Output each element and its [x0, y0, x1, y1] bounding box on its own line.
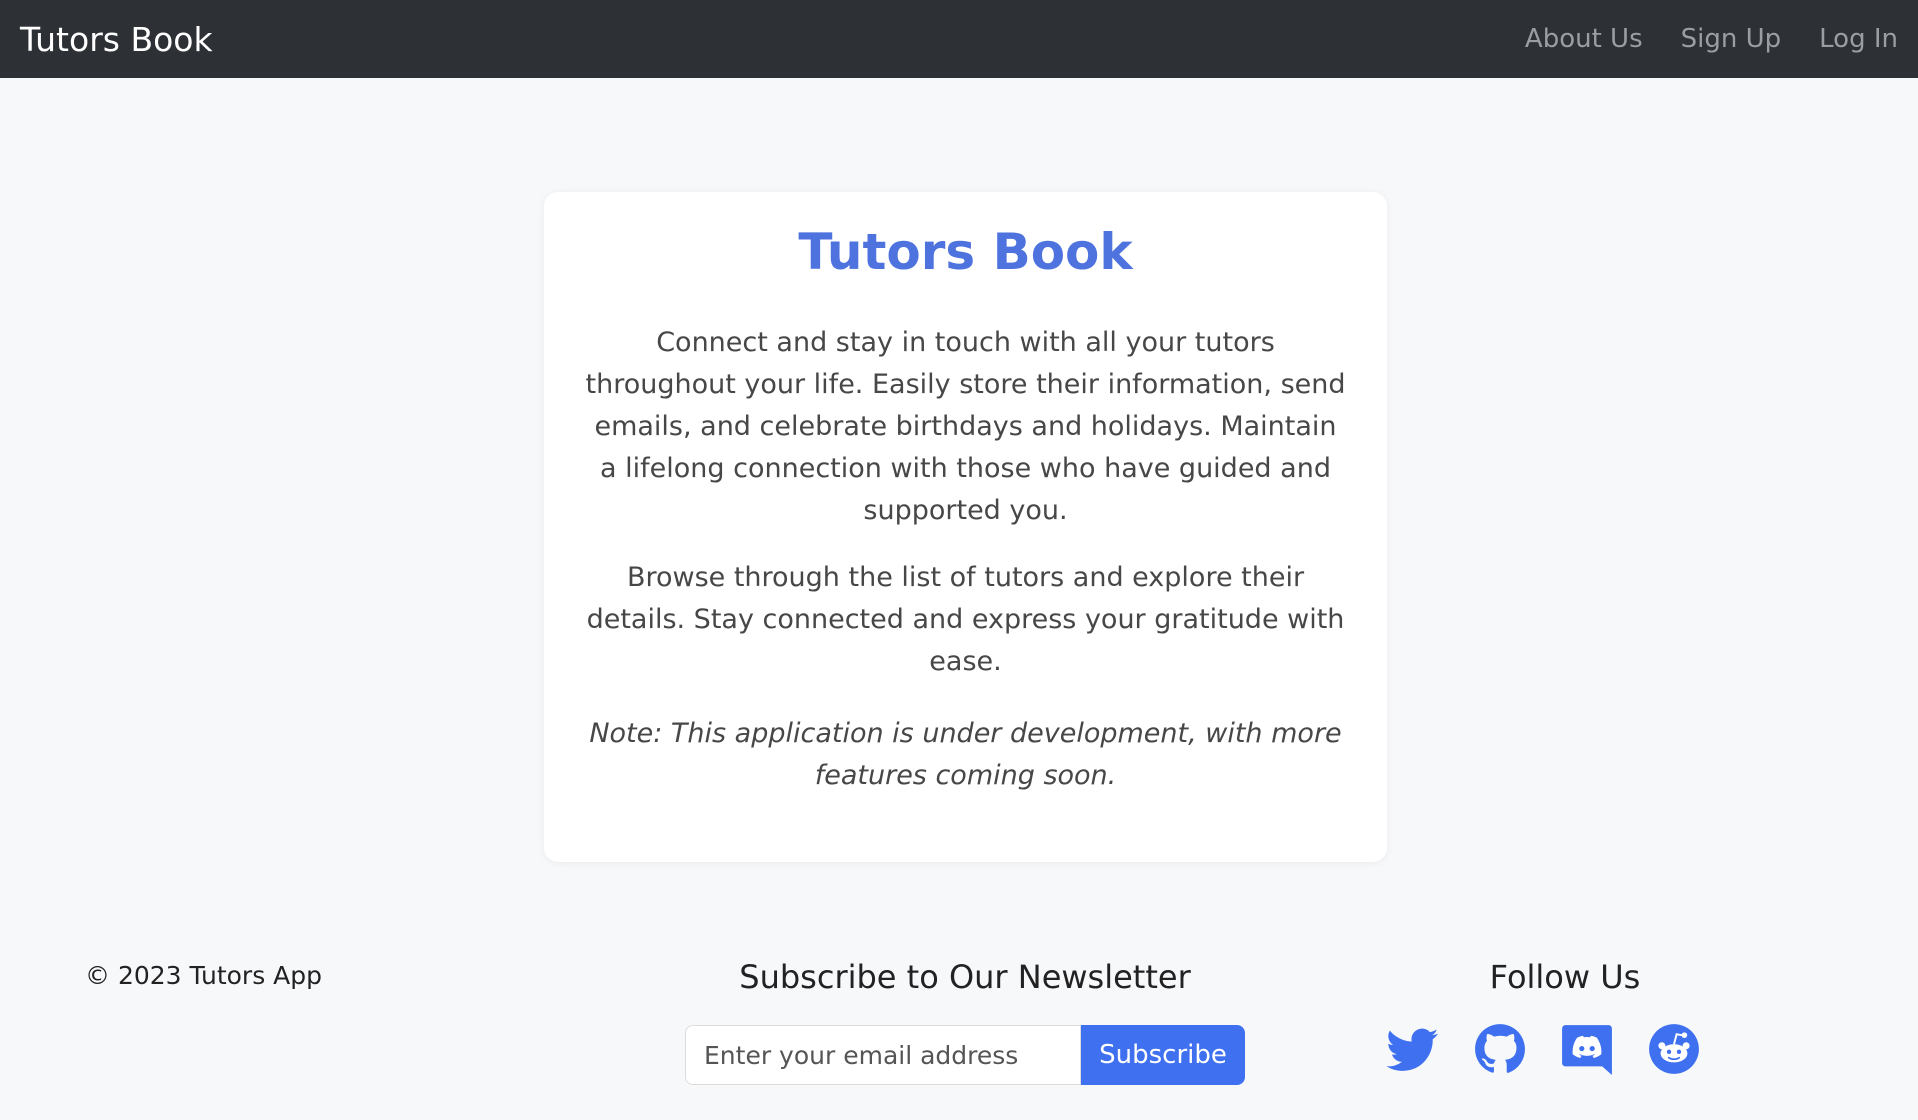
intro-paragraph: Connect and stay in touch with all your … — [585, 327, 1346, 526]
browse-paragraph: Browse through the list of tutors and ex… — [586, 562, 1345, 677]
discord-icon[interactable] — [1561, 1023, 1613, 1075]
newsletter-title: Subscribe to Our Newsletter — [739, 958, 1191, 996]
nav-log-in-link[interactable]: Log In — [1819, 24, 1898, 54]
subscribe-button[interactable]: Subscribe — [1081, 1025, 1245, 1085]
card-title: Tutors Book — [798, 223, 1133, 281]
nav-links: About Us Sign Up Log In — [1525, 24, 1898, 54]
twitter-icon[interactable] — [1387, 1023, 1439, 1075]
email-input[interactable] — [685, 1025, 1081, 1085]
brand-logo-text[interactable]: Tutors Book — [20, 20, 213, 59]
github-icon[interactable] — [1474, 1023, 1526, 1075]
development-note: Note: This application is under developm… — [589, 718, 1342, 791]
nav-about-us-link[interactable]: About Us — [1525, 24, 1643, 54]
copyright-text: © 2023 Tutors App — [85, 961, 323, 990]
intro-card: Tutors Book Connect and stay in touch wi… — [544, 192, 1387, 862]
follow-us-title: Follow Us — [1489, 958, 1641, 996]
reddit-icon[interactable] — [1648, 1023, 1700, 1075]
top-navbar: Tutors Book About Us Sign Up Log In — [0, 0, 1918, 78]
social-links — [1387, 1023, 1700, 1075]
nav-sign-up-link[interactable]: Sign Up — [1681, 24, 1782, 54]
newsletter-form: Subscribe — [685, 1025, 1245, 1085]
